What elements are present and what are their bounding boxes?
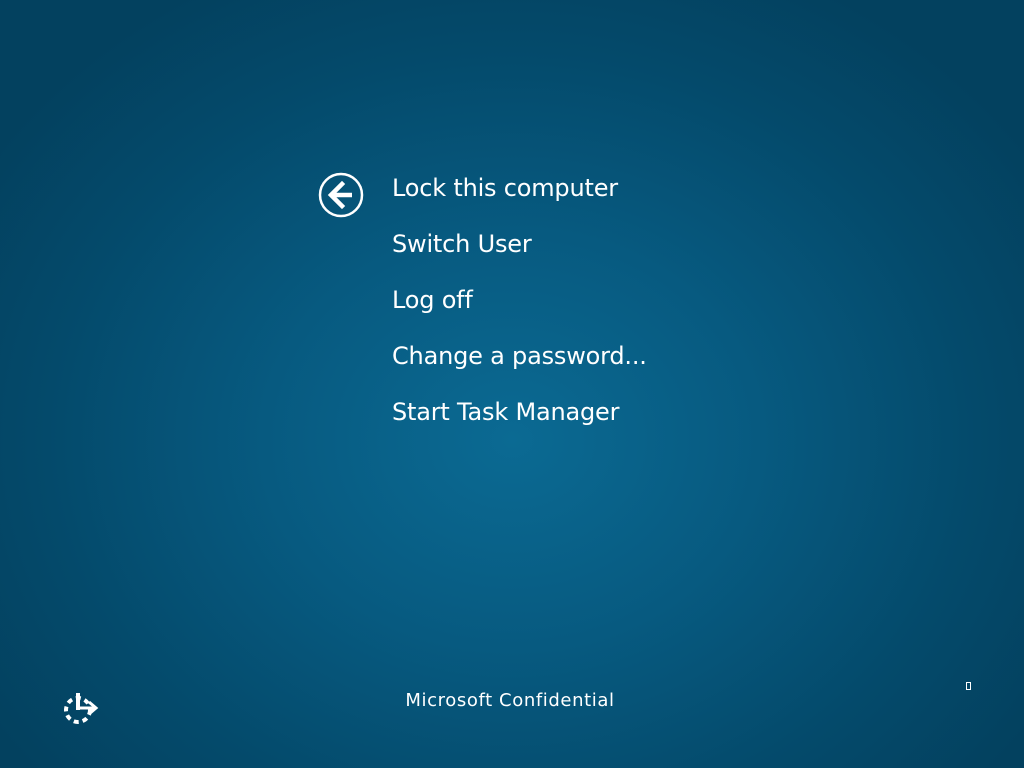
tray-indicator-icon [966, 682, 971, 690]
menu-item-start-task-manager[interactable]: Start Task Manager [392, 392, 647, 448]
back-arrow-icon [318, 172, 364, 218]
footer-text: Microsoft Confidential [405, 690, 615, 711]
security-options-menu: Lock this computer Switch User Log off C… [392, 168, 647, 448]
back-button[interactable] [318, 172, 364, 218]
menu-item-change-password[interactable]: Change a password... [392, 336, 647, 392]
menu-item-lock-computer[interactable]: Lock this computer [392, 168, 647, 224]
menu-item-log-off[interactable]: Log off [392, 280, 647, 336]
footer-confidential-label: Microsoft Confidential [0, 690, 1024, 711]
menu-item-switch-user[interactable]: Switch User [392, 224, 647, 280]
